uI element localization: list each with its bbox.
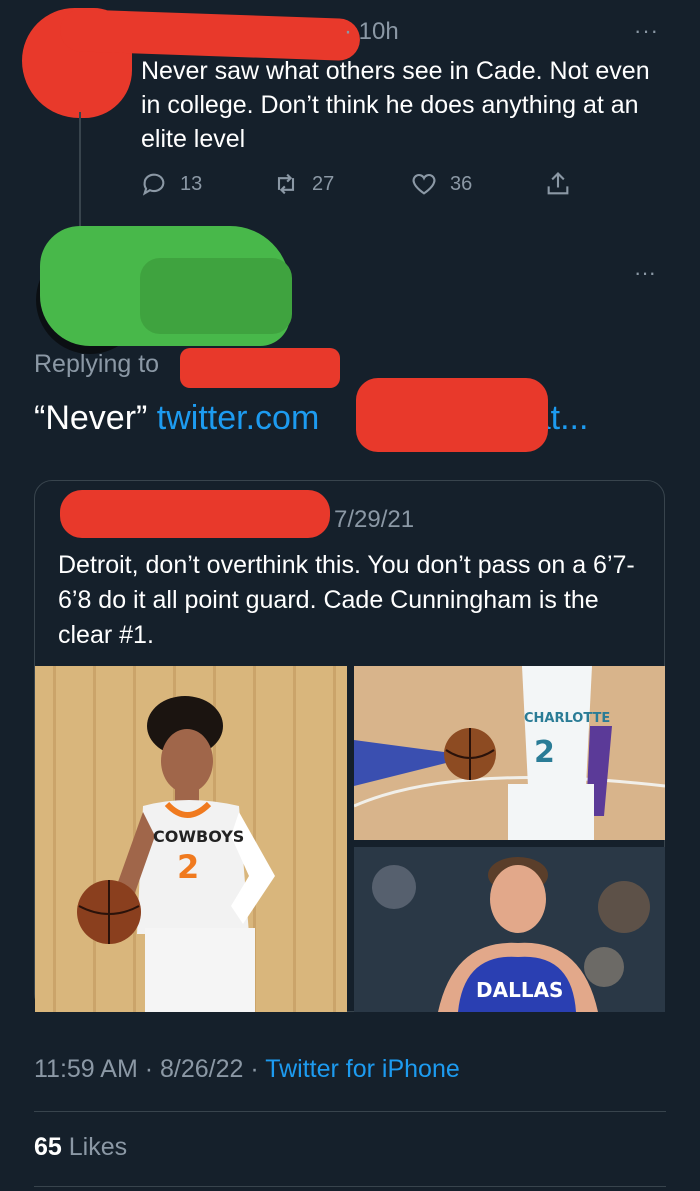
tweet-source-link[interactable]: Twitter for iPhone	[265, 1055, 460, 1083]
like-count: 36	[450, 172, 473, 195]
photo-cowboys-art: COWBOYS 2	[35, 666, 347, 1012]
retweet-icon	[277, 173, 295, 195]
more-options-button[interactable]: ···	[634, 18, 659, 44]
tweet-date: 8/26/22	[160, 1055, 244, 1083]
reply-count: 13	[180, 172, 203, 195]
likes-number: 65	[34, 1133, 62, 1161]
heart-icon	[412, 173, 436, 195]
tweet-text: Never saw what others see in Cade. Not e…	[141, 57, 650, 153]
reply-icon	[142, 173, 165, 196]
tweet-timestamp-line: 11:59 AM · 8/26/22 · Twitter for iPhone	[34, 1055, 460, 1084]
link-redacted	[356, 378, 548, 452]
photo-dallas-player[interactable]: DALLAS	[354, 847, 665, 1012]
handle-redacted[interactable]	[140, 258, 292, 334]
jersey-number-text: 2	[534, 735, 555, 770]
tweet-link[interactable]: twitter.com	[157, 399, 319, 437]
quoted-tweet-date: 7/29/21	[334, 506, 415, 533]
jersey-team-text: COWBOYS	[153, 827, 244, 846]
likes-count-link[interactable]: 65 Likes	[34, 1133, 127, 1162]
jersey-team-text: DALLAS	[476, 978, 563, 1002]
replying-to-handle-redacted[interactable]	[180, 348, 340, 388]
share-button[interactable]	[544, 170, 584, 198]
like-button[interactable]: 36	[410, 170, 472, 198]
jersey-team-text: CHARLOTTE	[524, 711, 610, 726]
quoted-word: “Never”	[34, 399, 148, 437]
divider	[34, 1111, 666, 1112]
jersey-number-text: 2	[177, 848, 199, 886]
likes-label: Likes	[68, 1133, 128, 1161]
separator: ·	[250, 1055, 259, 1083]
share-icon	[547, 172, 569, 195]
reply-button[interactable]: 13	[140, 170, 202, 198]
photo-cowboys-player[interactable]: COWBOYS 2	[35, 666, 347, 1012]
retweet-button[interactable]: 27	[272, 170, 334, 198]
photo-charlotte-art: CHARLOTTE 2	[354, 666, 665, 840]
more-options-button[interactable]: ···	[634, 260, 656, 286]
quoted-username-redacted[interactable]	[60, 490, 330, 538]
quoted-tweet-text: Detroit, don’t overthink this. You don’t…	[58, 551, 635, 649]
replying-to-label: Replying to	[34, 350, 160, 378]
divider	[34, 1186, 666, 1187]
thread-line	[79, 112, 81, 240]
retweet-count: 27	[312, 172, 335, 195]
separator: ·	[144, 1055, 154, 1083]
tweet-time: 11:59 AM	[34, 1055, 138, 1083]
photo-dallas-art: DALLAS	[354, 847, 665, 1012]
photo-charlotte-player[interactable]: CHARLOTTE 2	[354, 666, 665, 840]
tweet-time: · 10h	[344, 18, 399, 45]
